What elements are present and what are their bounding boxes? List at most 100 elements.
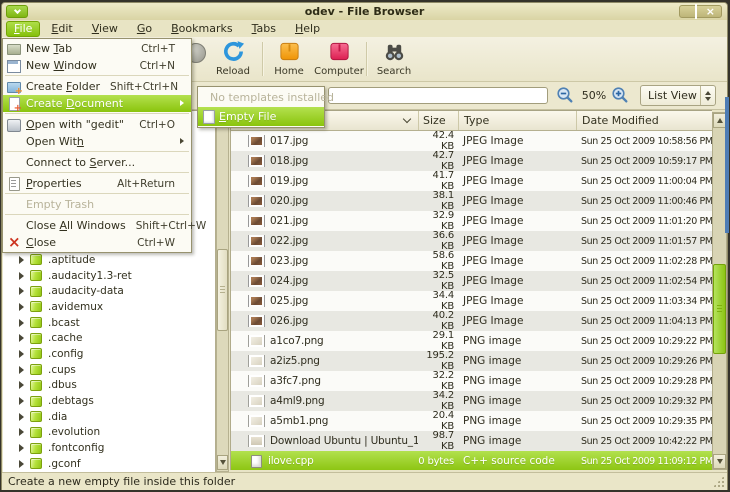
file-row-018-jpg[interactable]: 018.jpg 42.7 KB JPEG Image Sun 25 Oct 20… xyxy=(231,151,712,171)
sidebar-folder-gconf[interactable]: .gconf xyxy=(3,456,214,472)
resize-grip[interactable] xyxy=(713,476,724,487)
file-row-a2iz5-png[interactable]: a2iz5.png 195.2 KB PNG image Sun 25 Oct … xyxy=(231,351,712,371)
expander-triangle-icon[interactable] xyxy=(19,397,24,405)
file-row-a3fc7-png[interactable]: a3fc7.png 32.2 KB PNG image Sun 25 Oct 2… xyxy=(231,371,712,391)
file-row-022-jpg[interactable]: 022.jpg 36.6 KB JPEG Image Sun 25 Oct 20… xyxy=(231,231,712,251)
menu-item-new-window[interactable]: New Window Ctrl+N xyxy=(3,57,191,74)
sidebar-folder-dbus[interactable]: .dbus xyxy=(3,378,214,394)
expander-triangle-icon[interactable] xyxy=(19,413,24,421)
menubar-item-go[interactable]: Go xyxy=(129,21,160,37)
expander-triangle-icon[interactable] xyxy=(19,366,24,374)
file-row-019-jpg[interactable]: 019.jpg 41.7 KB JPEG Image Sun 25 Oct 20… xyxy=(231,171,712,191)
column-header-size[interactable]: Size xyxy=(418,111,458,130)
reload-button[interactable]: Reload xyxy=(204,40,262,80)
expander-triangle-icon[interactable] xyxy=(19,319,24,327)
folder-icon xyxy=(30,364,42,375)
file-type-cell: JPEG Image xyxy=(458,135,576,147)
scroll-down-button[interactable] xyxy=(217,455,228,470)
zoom-out-button[interactable] xyxy=(556,86,574,104)
menubar-item-tabs[interactable]: Tabs xyxy=(244,21,284,37)
column-header-date[interactable]: Date Modified xyxy=(576,111,712,130)
search-icon xyxy=(383,40,406,66)
expander-triangle-icon[interactable] xyxy=(19,444,24,452)
computer-label: Computer xyxy=(314,66,364,78)
menu-item-close[interactable]: Close Ctrl+W xyxy=(3,234,191,251)
sidebar-folder-evolution[interactable]: .evolution xyxy=(3,425,214,441)
sidebar-folder-label: .cache xyxy=(48,332,82,344)
sidebar-folder-aptitude[interactable]: .aptitude xyxy=(3,252,214,268)
file-row-ilove-cpp[interactable]: ilove.cpp 0 bytes C++ source code Sun 25… xyxy=(231,451,712,470)
titlebar[interactable]: odev - File Browser xyxy=(2,3,727,20)
sidebar-folder-dia[interactable]: .dia xyxy=(3,409,214,425)
sidebar-folder-config[interactable]: .config xyxy=(3,346,214,362)
file-row-023-jpg[interactable]: 023.jpg 58.6 KB JPEG Image Sun 25 Oct 20… xyxy=(231,251,712,271)
file-row-a5mb1-png[interactable]: a5mb1.png 20.4 KB PNG image Sun 25 Oct 2… xyxy=(231,411,712,431)
expander-triangle-icon[interactable] xyxy=(19,287,24,295)
file-row-026-jpg[interactable]: 026.jpg 40.2 KB JPEG Image Sun 25 Oct 20… xyxy=(231,311,712,331)
file-rows: 017.jpg 42.4 KB JPEG Image Sun 25 Oct 20… xyxy=(231,131,712,470)
sidebar-folder-audacity1-3-ret[interactable]: .audacity1.3-ret xyxy=(3,268,214,284)
menu-item-new-tab[interactable]: New Tab Ctrl+T xyxy=(3,40,191,57)
maximize-button[interactable] xyxy=(695,5,697,18)
sidebar-folder-bcast[interactable]: .bcast xyxy=(3,315,214,331)
menu-item-open-with[interactable]: Open With xyxy=(3,133,191,150)
expander-triangle-icon[interactable] xyxy=(19,428,24,436)
file-name-cell: a5mb1.png xyxy=(231,415,418,427)
menu-item-create-folder[interactable]: Create Folder Shift+Ctrl+N xyxy=(3,78,191,95)
expander-triangle-icon[interactable] xyxy=(19,350,24,358)
menu-item-empty-file[interactable]: Empty File xyxy=(198,107,324,126)
search-button[interactable]: Search xyxy=(369,40,419,80)
scrollbar-thumb[interactable] xyxy=(713,264,726,354)
sidebar-folder-label: .dia xyxy=(48,411,67,423)
menubar-item-view[interactable]: View xyxy=(84,21,126,37)
column-header-type[interactable]: Type xyxy=(458,111,576,130)
expander-triangle-icon[interactable] xyxy=(19,381,24,389)
sidebar-folder-debtags[interactable]: .debtags xyxy=(3,393,214,409)
file-row-024-jpg[interactable]: 024.jpg 32.5 KB JPEG Image Sun 25 Oct 20… xyxy=(231,271,712,291)
sidebar-scrollbar[interactable] xyxy=(216,110,229,472)
menu-item-accel: Ctrl+W xyxy=(137,237,175,249)
file-row-a1co7-png[interactable]: a1co7.png 29.1 KB PNG image Sun 25 Oct 2… xyxy=(231,331,712,351)
expander-triangle-icon[interactable] xyxy=(19,334,24,342)
menu-item-connect-to-server[interactable]: Connect to Server... xyxy=(3,154,191,171)
file-row-download-ubuntu-ubuntu-12565[interactable]: Download Ubuntu | Ubuntu_12565... 98.7 K… xyxy=(231,431,712,451)
scrollbar-thumb[interactable] xyxy=(217,249,228,331)
sidebar-folder-fontconfig[interactable]: .fontconfig xyxy=(3,440,214,456)
file-row-025-jpg[interactable]: 025.jpg 34.4 KB JPEG Image Sun 25 Oct 20… xyxy=(231,291,712,311)
menubar-item-help[interactable]: Help xyxy=(287,21,328,37)
sidebar-folder-cups[interactable]: .cups xyxy=(3,362,214,378)
menu-item-create-document[interactable]: Create Document xyxy=(3,95,191,112)
file-name-cell: 022.jpg xyxy=(231,235,418,247)
menu-item-close-all-windows[interactable]: Close All Windows Shift+Ctrl+W xyxy=(3,217,191,234)
expander-triangle-icon[interactable] xyxy=(19,460,24,468)
expander-triangle-icon[interactable] xyxy=(19,272,24,280)
menu-item-properties[interactable]: Properties Alt+Return xyxy=(3,175,191,192)
view-mode-select[interactable]: List View xyxy=(640,85,716,106)
file-row-020-jpg[interactable]: 020.jpg 38.1 KB JPEG Image Sun 25 Oct 20… xyxy=(231,191,712,211)
menubar-item-edit[interactable]: Edit xyxy=(43,21,80,37)
file-name-cell: a4ml9.png xyxy=(231,395,418,407)
expander-triangle-icon[interactable] xyxy=(19,303,24,311)
sidebar-folder-avidemux[interactable]: .avidemux xyxy=(3,299,214,315)
folder-icon xyxy=(30,443,42,454)
file-row-021-jpg[interactable]: 021.jpg 32.9 KB JPEG Image Sun 25 Oct 20… xyxy=(231,211,712,231)
file-row-017-jpg[interactable]: 017.jpg 42.4 KB JPEG Image Sun 25 Oct 20… xyxy=(231,131,712,151)
close-button[interactable] xyxy=(706,5,715,18)
file-row-a4ml9-png[interactable]: a4ml9.png 34.2 KB PNG image Sun 25 Oct 2… xyxy=(231,391,712,411)
menubar-item-bookmarks[interactable]: Bookmarks xyxy=(163,21,240,37)
sidebar-folder-cache[interactable]: .cache xyxy=(3,330,214,346)
sidebar-folder-label: .audacity-data xyxy=(48,285,124,297)
location-input[interactable] xyxy=(328,87,548,104)
computer-button[interactable]: Computer xyxy=(312,40,366,80)
sidebar-folder-audacity-data[interactable]: .audacity-data xyxy=(3,283,214,299)
window-menu-button[interactable] xyxy=(6,5,28,18)
scroll-down-button[interactable] xyxy=(713,454,726,469)
sidebar-folder-label: .audacity1.3-ret xyxy=(48,270,132,282)
folder-icon xyxy=(30,427,42,438)
file-date-cell: Sun 25 Oct 2009 10:29:35 PM EET xyxy=(576,416,712,427)
menu-item-open-with-gedit[interactable]: Open with "gedit" Ctrl+O xyxy=(3,116,191,133)
zoom-in-button[interactable] xyxy=(611,86,629,104)
expander-triangle-icon[interactable] xyxy=(19,256,24,264)
menubar-item-file[interactable]: File xyxy=(6,21,40,37)
home-button[interactable]: Home xyxy=(265,40,313,80)
